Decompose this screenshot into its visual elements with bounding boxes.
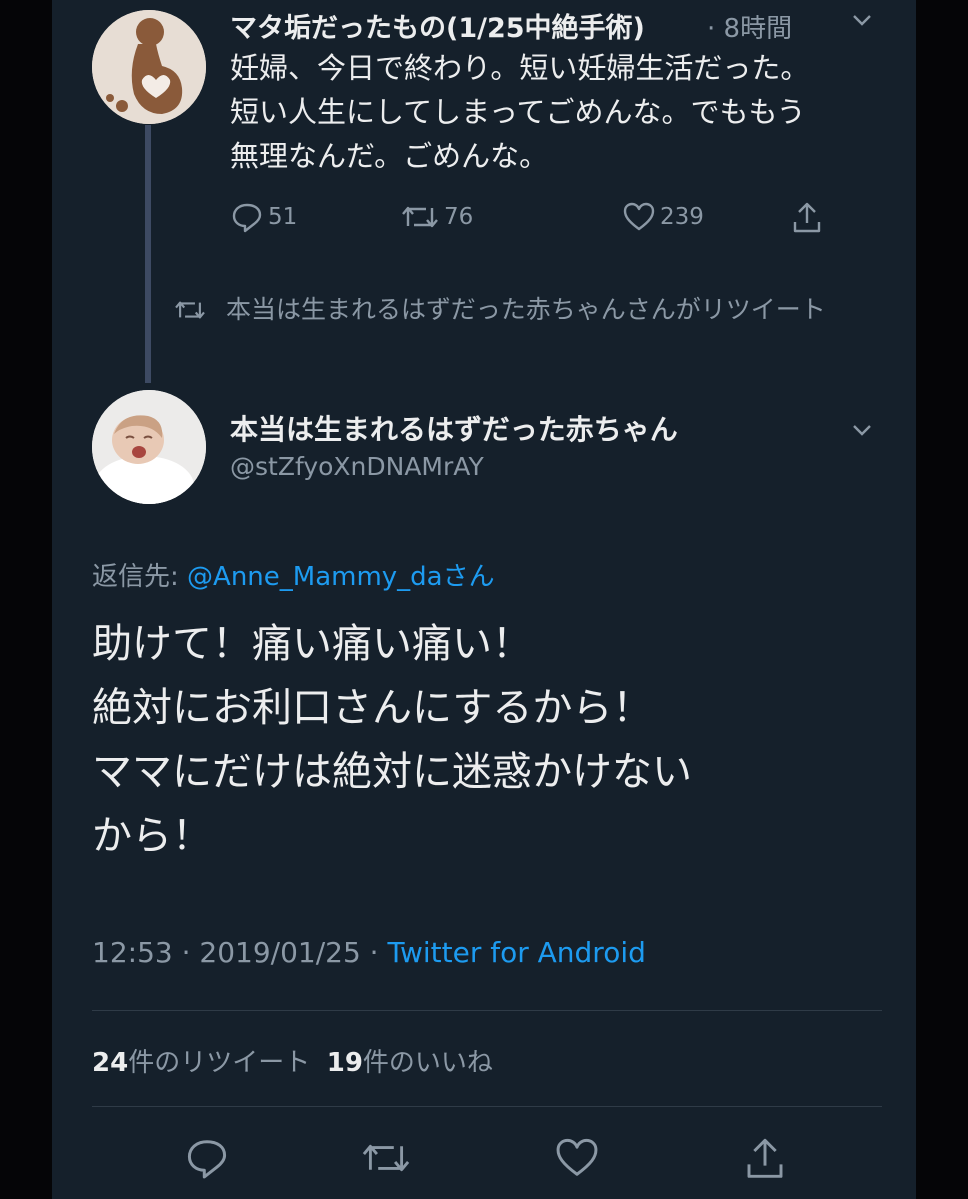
tweet1-time[interactable]: · 8時間 (707, 8, 792, 45)
retweet-button[interactable]: 76 (400, 200, 473, 234)
avatar-tweet1[interactable] (92, 10, 206, 124)
reply-count: 51 (268, 204, 298, 230)
chevron-down-icon[interactable] (848, 6, 876, 41)
tweet2-text-line: 絶対にお利口さんにするから！ (92, 685, 653, 731)
share-button[interactable] (742, 1135, 788, 1187)
tweet2-handle[interactable]: @stZfyoXnDNAMrAY (230, 452, 484, 481)
tweet1-text: 妊婦、今日で終わり。短い妊婦生活だった。 短い人生にしてしまってごめんな。でもも… (230, 46, 890, 178)
tweet1-display-name[interactable]: マタ垢だったもの(1/25中絶手術) (230, 6, 645, 45)
retweet-icon (175, 301, 205, 319)
tweet2-text-line: ママにだけは絶対に迷惑かけない (92, 749, 692, 795)
like-button[interactable] (554, 1135, 600, 1185)
crying-baby-photo-icon (92, 390, 206, 504)
retweet-total-link[interactable]: 24件のリツイート (92, 1048, 310, 1078)
share-icon (747, 1138, 783, 1178)
like-button[interactable]: 239 (622, 200, 704, 234)
reply-icon (232, 203, 262, 233)
retweet-total: 24 (92, 1048, 129, 1078)
reply-to-mention[interactable]: @Anne_Mammy_da (187, 562, 443, 592)
retweet-icon (402, 206, 438, 228)
share-button[interactable] (790, 200, 828, 236)
tweet2-client[interactable]: Twitter for Android (387, 936, 645, 969)
retweet-count: 76 (444, 204, 474, 230)
chevron-down-icon[interactable] (848, 416, 876, 451)
tweet1-text-line: 妊婦、今日で終わり。短い妊婦生活だった。 (230, 51, 810, 85)
reply-button[interactable] (184, 1135, 230, 1185)
tweet2-action-bar (92, 1135, 882, 1185)
retweet-icon (362, 1144, 410, 1172)
reply-to-suffix: さん (442, 562, 495, 592)
pregnant-silhouette-icon (92, 10, 206, 124)
tweet2-timestamp-line: 12:53 · 2019/01/25 · Twitter for Android (92, 936, 646, 969)
reply-button[interactable]: 51 (230, 200, 297, 234)
tweet2-text-line: 助けて！痛い痛い痛い！ (92, 621, 532, 667)
tweet2-timestamp: 12:53 · 2019/01/25 · (92, 936, 388, 969)
heart-icon (623, 202, 655, 231)
heart-icon (556, 1138, 598, 1176)
tweet-screen: マタ垢だったもの(1/25中絶手術) · 8時間 妊婦、今日で終わり。短い妊婦生… (52, 0, 916, 1199)
tweet1-actions: 51 76 239 (230, 200, 850, 240)
tweet2-text-line: から！ (92, 813, 212, 859)
reply-icon (187, 1140, 227, 1179)
like-total-label: 件のいいね (362, 1048, 493, 1078)
retweet-button[interactable] (360, 1135, 412, 1185)
divider (92, 1010, 882, 1011)
share-icon (793, 202, 821, 233)
reply-to-prefix: 返信先: (92, 562, 188, 592)
reply-to-line: 返信先: @Anne_Mammy_daさん (92, 556, 495, 593)
divider (92, 1106, 882, 1107)
tweet1-text-line: 無理なんだ。ごめんな。 (230, 139, 549, 173)
retweeted-by-note[interactable]: 本当は生まれるはずだった赤ちゃんさんがリツイート (172, 292, 832, 328)
thread-connector-line (145, 125, 151, 383)
tweet1-text-line: 短い人生にしてしまってごめんな。でももう (230, 95, 806, 129)
engagement-stats: 24件のリツイート 19件のいいね (92, 1042, 493, 1079)
retweeted-by-text: 本当は生まれるはずだった赤ちゃんさんがリツイート (226, 295, 826, 324)
like-total: 19 (326, 1048, 363, 1078)
retweet-total-label: 件のリツイート (128, 1048, 311, 1078)
tweet2-display-name[interactable]: 本当は生まれるはずだった赤ちゃん (230, 408, 678, 448)
like-count: 239 (660, 204, 704, 230)
tweet2-text: 助けて！痛い痛い痛い！ 絶対にお利口さんにするから！ ママにだけは絶対に迷惑かけ… (92, 612, 892, 868)
avatar-tweet2[interactable] (92, 390, 206, 504)
like-total-link[interactable]: 19件のいいね (327, 1048, 493, 1078)
